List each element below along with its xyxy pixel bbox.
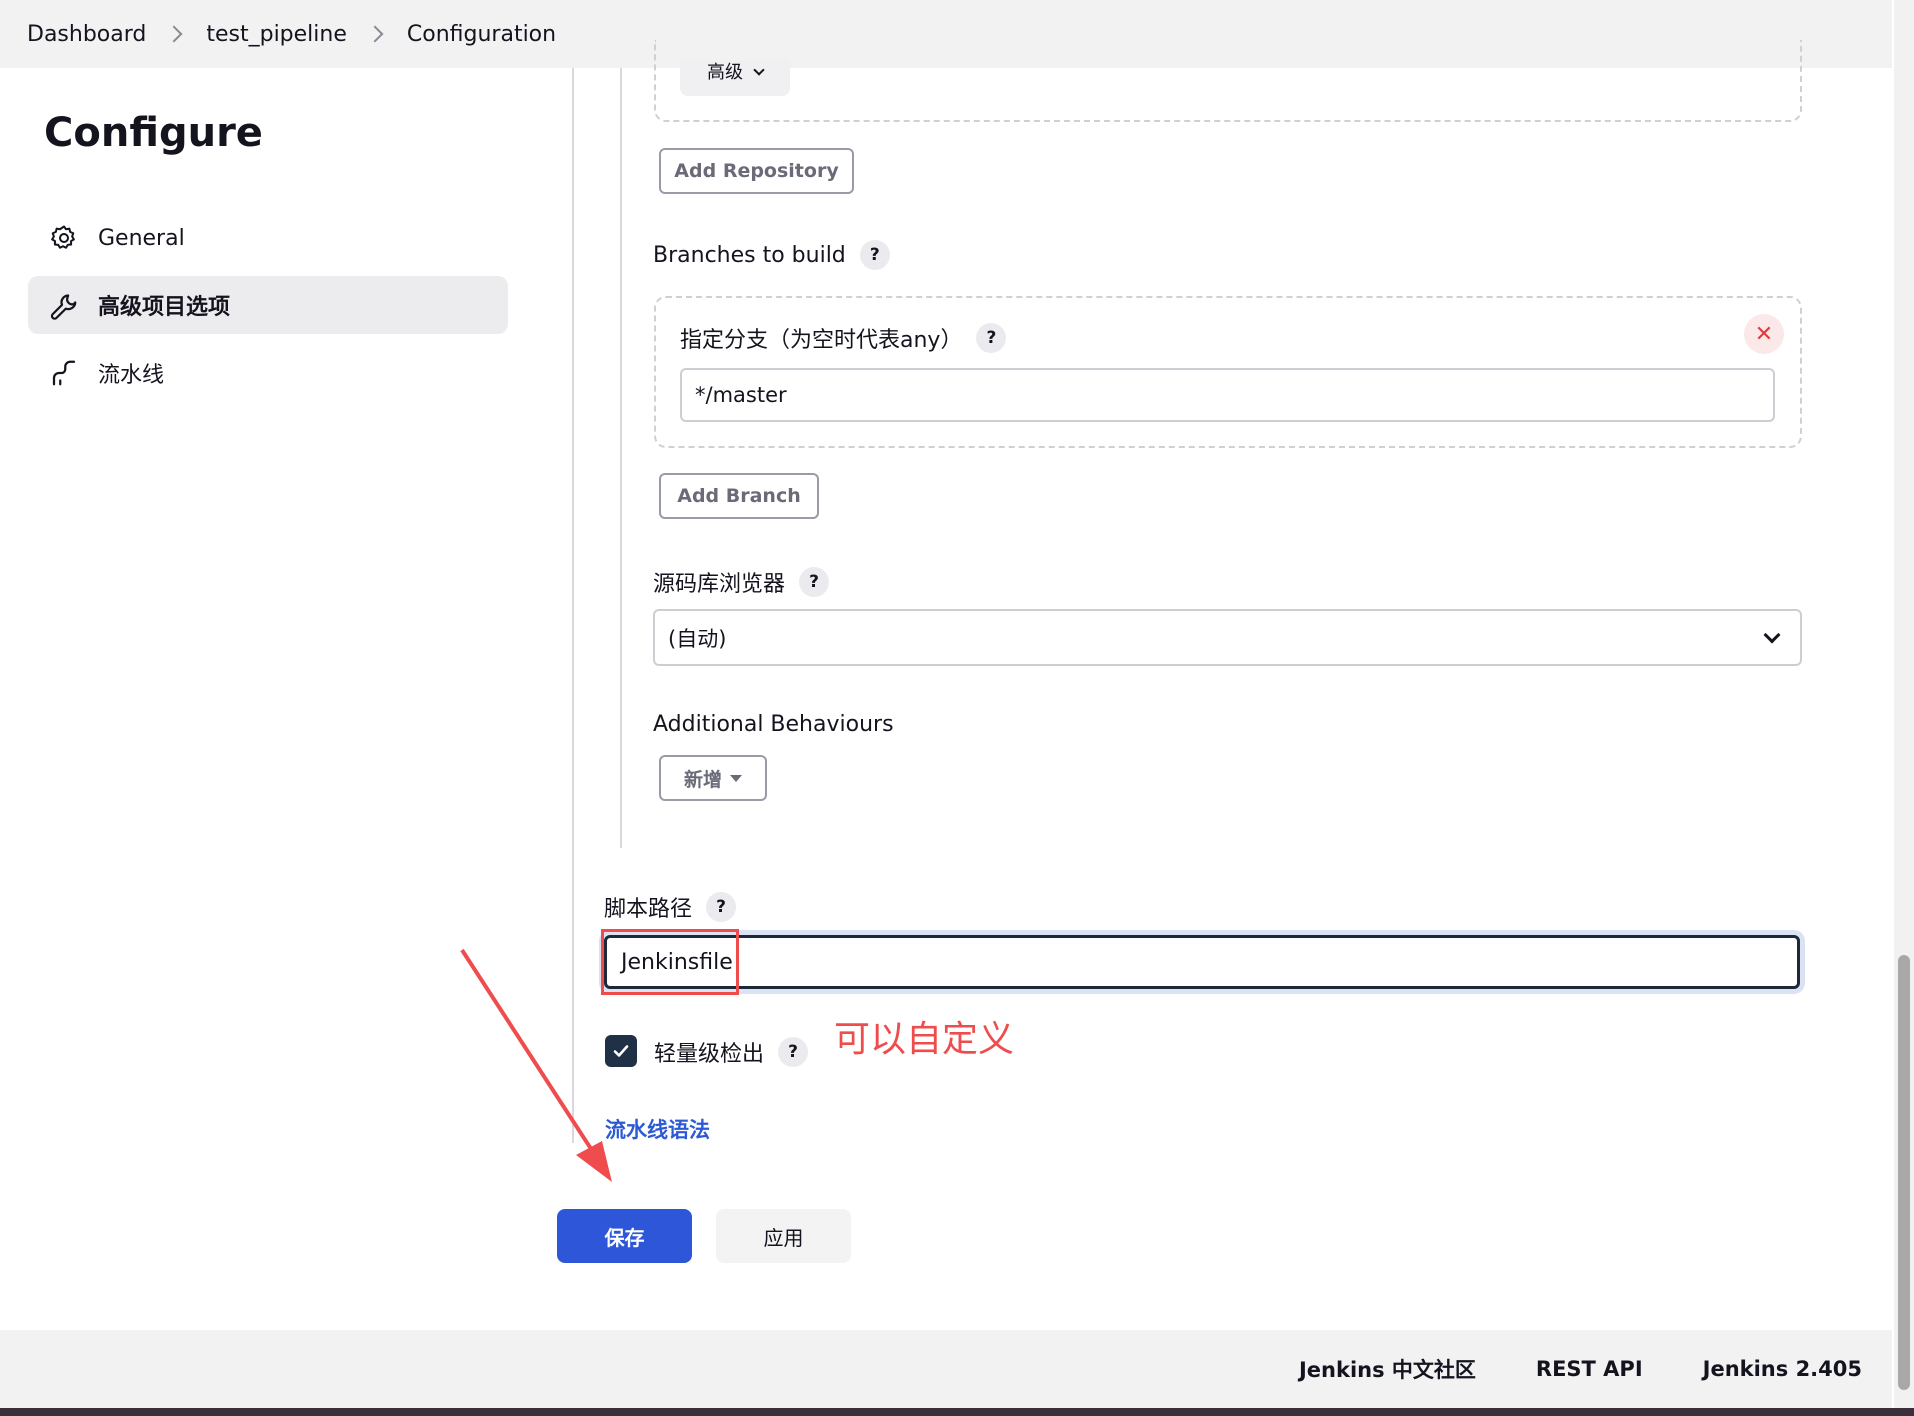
branch-specifier-label-text: 指定分支（为空时代表any）	[680, 328, 963, 353]
repository-box	[654, 40, 1802, 122]
section-divider-inner	[620, 68, 622, 848]
help-icon[interactable]: ?	[799, 567, 830, 597]
footer: Jenkins 中文社区 REST API Jenkins 2.405	[0, 1330, 1892, 1408]
chevron-down-icon	[753, 64, 765, 76]
footer-link-rest-api[interactable]: REST API	[1536, 1357, 1643, 1381]
help-icon[interactable]: ?	[976, 323, 1007, 353]
add-branch-button[interactable]: Add Branch	[659, 473, 819, 519]
sidebar-item-general[interactable]: General	[28, 209, 508, 267]
script-path-label: 脚本路径 ?	[604, 891, 737, 923]
sidebar-item-label: General	[98, 225, 185, 251]
caret-down-icon	[730, 774, 742, 782]
page-title: Configure	[44, 110, 263, 156]
branches-label: Branches to build ?	[653, 240, 890, 270]
chevron-right-icon	[165, 25, 183, 43]
annotation-arrow-icon	[460, 948, 612, 1182]
add-behaviour-button[interactable]: 新增	[659, 755, 767, 801]
breadcrumb-configuration[interactable]: Configuration	[407, 22, 556, 47]
pipeline-icon	[48, 357, 80, 389]
sidebar-item-pipeline[interactable]: 流水线	[28, 344, 508, 402]
help-icon[interactable]: ?	[859, 240, 890, 270]
repo-browser-label-text: 源码库浏览器	[653, 572, 786, 597]
chevron-down-icon	[1763, 626, 1781, 644]
lightweight-checkout-label: 轻量级检出 ?	[654, 1036, 809, 1068]
repo-browser-value: (自动)	[668, 626, 727, 651]
branches-label-text: Branches to build	[653, 242, 846, 268]
window-bottom-edge	[0, 1408, 1914, 1416]
sidebar-item-advanced-options[interactable]: 高级项目选项	[28, 276, 508, 334]
annotation-text: 可以自定义	[834, 1019, 1015, 1060]
sidebar-item-label: 流水线	[98, 363, 165, 388]
repo-browser-select[interactable]: (自动)	[653, 609, 1802, 666]
advanced-dropdown-label: 高级	[707, 62, 743, 83]
help-icon[interactable]: ?	[778, 1037, 809, 1067]
footer-link-version[interactable]: Jenkins 2.405	[1703, 1357, 1862, 1381]
wrench-icon	[48, 289, 80, 321]
additional-behaviours-label: Additional Behaviours	[653, 712, 894, 737]
repo-browser-label: 源码库浏览器 ?	[653, 566, 830, 598]
scrollbar-thumb[interactable]	[1898, 955, 1910, 1390]
script-path-input[interactable]: Jenkinsfile	[604, 935, 1800, 989]
branch-specifier-label: 指定分支（为空时代表any） ?	[680, 322, 1007, 354]
close-icon: ✕	[1754, 321, 1774, 347]
save-button[interactable]: 保存	[557, 1209, 692, 1263]
branch-specifier-input[interactable]: */master	[680, 368, 1775, 422]
footer-link-community[interactable]: Jenkins 中文社区	[1299, 1354, 1476, 1384]
apply-button[interactable]: 应用	[716, 1209, 851, 1263]
add-repository-button[interactable]: Add Repository	[659, 148, 854, 194]
chevron-right-icon	[366, 25, 384, 43]
add-behaviour-label: 新增	[683, 768, 722, 791]
script-path-label-text: 脚本路径	[604, 897, 693, 922]
lightweight-checkout-label-text: 轻量级检出	[654, 1042, 765, 1067]
help-icon[interactable]: ?	[706, 892, 737, 922]
breadcrumb-test-pipeline[interactable]: test_pipeline	[206, 22, 347, 47]
jenkins-configure-page: Dashboard test_pipeline Configuration Co…	[0, 0, 1914, 1416]
sidebar-item-label: 高级项目选项	[98, 295, 231, 320]
advanced-dropdown[interactable]: 高级	[680, 60, 790, 96]
gear-icon	[48, 222, 80, 254]
breadcrumb-dashboard[interactable]: Dashboard	[27, 22, 146, 47]
remove-branch-button[interactable]: ✕	[1744, 314, 1784, 354]
